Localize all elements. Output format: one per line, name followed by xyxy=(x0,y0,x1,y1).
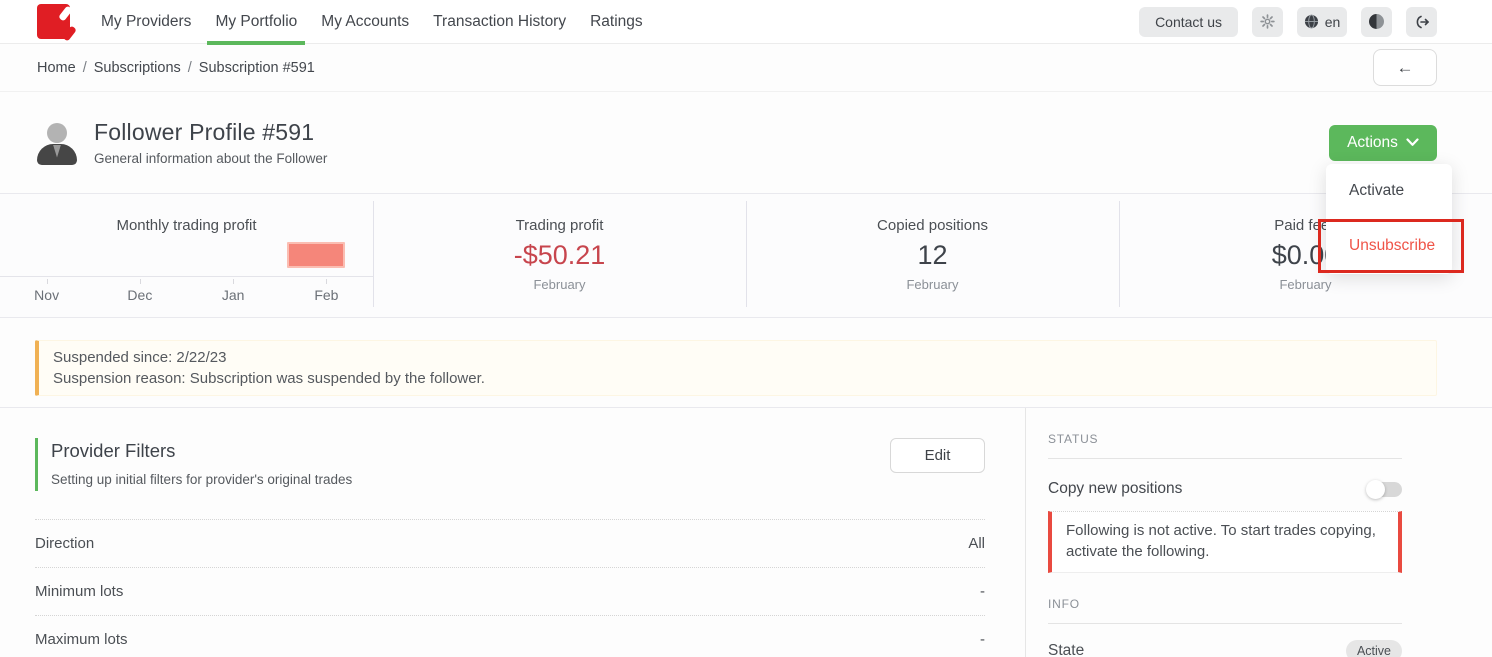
settings-button[interactable] xyxy=(1252,7,1283,37)
back-button[interactable]: ← xyxy=(1373,49,1437,86)
actions-menu-wrapper: Actions Activate Unsubscribe xyxy=(1329,125,1437,161)
suspended-since-text: Suspended since: 2/22/23 xyxy=(53,347,1422,368)
provider-filters-titles: Provider Filters Setting up initial filt… xyxy=(35,438,352,491)
chart-bar-feb xyxy=(287,242,346,268)
avatar xyxy=(36,121,78,165)
state-label: State xyxy=(1048,642,1084,657)
nav-my-providers[interactable]: My Providers xyxy=(93,0,199,44)
topbar-actions: Contact us xyxy=(1139,7,1437,37)
monthly-profit-chart: Monthly trading profit Nov Dec Jan Feb xyxy=(0,194,373,317)
language-button[interactable]: en xyxy=(1297,7,1347,37)
stat-value: 12 xyxy=(746,240,1119,271)
breadcrumb-current: Subscription #591 xyxy=(199,60,315,76)
breadcrumb: Home / Subscriptions / Subscription #591 xyxy=(37,60,315,76)
chart-x-labels: Nov Dec Jan Feb xyxy=(0,279,373,303)
language-label: en xyxy=(1325,14,1341,30)
logout-button[interactable] xyxy=(1406,7,1437,37)
row-maximum-lots: Maximum lots - xyxy=(35,615,985,657)
stat-copied-positions: Copied positions 12 February xyxy=(746,194,1119,317)
row-minimum-lots: Minimum lots - xyxy=(35,567,985,615)
provider-filters-header: Provider Filters Setting up initial filt… xyxy=(35,438,985,491)
contact-us-button[interactable]: Contact us xyxy=(1139,7,1238,37)
row-value: - xyxy=(980,631,985,648)
copy-positions-toggle[interactable] xyxy=(1368,482,1402,497)
lower-section: Provider Filters Setting up initial filt… xyxy=(0,407,1492,657)
state-row: State Active xyxy=(1048,624,1402,657)
actions-button[interactable]: Actions xyxy=(1329,125,1437,161)
avatar-head xyxy=(47,123,67,143)
actions-dropdown: Activate Unsubscribe xyxy=(1326,164,1452,274)
section-subtitle: Setting up initial filters for provider'… xyxy=(51,472,352,487)
stat-label: Copied positions xyxy=(746,217,1119,234)
nav-ratings[interactable]: Ratings xyxy=(582,0,651,44)
chart-tick-dec: Dec xyxy=(93,279,186,303)
profile-titles: Follower Profile #591 General informatio… xyxy=(94,119,327,166)
chart-plot xyxy=(14,234,359,276)
back-arrow-icon: ← xyxy=(1397,58,1414,78)
stat-period: February xyxy=(746,277,1119,292)
theme-toggle-button[interactable] xyxy=(1361,7,1392,37)
actions-button-label: Actions xyxy=(1347,134,1398,152)
breadcrumb-row: Home / Subscriptions / Subscription #591… xyxy=(0,44,1492,92)
logout-icon xyxy=(1414,14,1430,30)
info-header: INFO xyxy=(1048,597,1402,611)
page-title: Follower Profile #591 xyxy=(94,119,327,146)
chart-x-axis xyxy=(0,276,373,277)
page-subtitle: General information about the Follower xyxy=(94,151,327,166)
provider-filters-section: Provider Filters Setting up initial filt… xyxy=(0,408,1025,657)
status-sidebar: STATUS Copy new positions Following is n… xyxy=(1025,408,1402,657)
stat-period: February xyxy=(373,277,746,292)
stats-strip: Monthly trading profit Nov Dec Jan Feb T… xyxy=(0,193,1492,318)
globe-icon xyxy=(1304,14,1319,29)
row-value: - xyxy=(980,583,985,600)
toggle-knob xyxy=(1366,480,1385,499)
suspension-banner: Suspended since: 2/22/23 Suspension reas… xyxy=(35,340,1437,396)
top-navigation-bar: My Providers My Portfolio My Accounts Tr… xyxy=(0,0,1492,44)
breadcrumb-home[interactable]: Home xyxy=(37,60,76,76)
toggle-label: Copy new positions xyxy=(1048,480,1182,498)
row-label: Maximum lots xyxy=(35,631,128,648)
copy-new-positions-row: Copy new positions xyxy=(1048,480,1402,498)
status-header: STATUS xyxy=(1048,432,1402,446)
row-label: Minimum lots xyxy=(35,583,123,600)
breadcrumb-separator: / xyxy=(188,60,192,76)
menu-item-activate[interactable]: Activate xyxy=(1326,164,1452,219)
breadcrumb-subscriptions[interactable]: Subscriptions xyxy=(94,60,181,76)
row-direction: Direction All xyxy=(35,519,985,567)
main-nav: My Providers My Portfolio My Accounts Tr… xyxy=(93,0,659,44)
following-inactive-warning: Following is not active. To start trades… xyxy=(1048,511,1402,573)
row-label: Direction xyxy=(35,535,94,552)
stat-label: Trading profit xyxy=(373,217,746,234)
row-value: All xyxy=(968,535,985,552)
chevron-down-icon xyxy=(1406,138,1419,147)
nav-transaction-history[interactable]: Transaction History xyxy=(425,0,574,44)
divider xyxy=(1048,458,1402,459)
menu-item-unsubscribe[interactable]: Unsubscribe xyxy=(1326,219,1452,274)
nav-my-accounts[interactable]: My Accounts xyxy=(313,0,417,44)
gear-icon xyxy=(1260,14,1275,29)
stat-trading-profit: Trading profit -$50.21 February xyxy=(373,194,746,317)
chart-tick-jan: Jan xyxy=(187,279,280,303)
filters-rows: Direction All Minimum lots - Maximum lot… xyxy=(35,519,985,657)
status-badge: Active xyxy=(1346,640,1402,657)
chart-title: Monthly trading profit xyxy=(0,217,373,234)
edit-button[interactable]: Edit xyxy=(890,438,985,473)
breadcrumb-separator: / xyxy=(83,60,87,76)
section-title: Provider Filters xyxy=(51,440,352,462)
stat-value: -$50.21 xyxy=(373,240,746,271)
brand-logo-icon[interactable] xyxy=(37,3,75,41)
suspension-reason-text: Suspension reason: Subscription was susp… xyxy=(53,368,1422,389)
chart-tick-nov: Nov xyxy=(0,279,93,303)
nav-my-portfolio[interactable]: My Portfolio xyxy=(207,0,305,44)
profile-header: Follower Profile #591 General informatio… xyxy=(0,92,1492,193)
chart-tick-feb: Feb xyxy=(280,279,373,303)
stat-period: February xyxy=(1119,277,1492,292)
contrast-icon xyxy=(1369,14,1384,29)
